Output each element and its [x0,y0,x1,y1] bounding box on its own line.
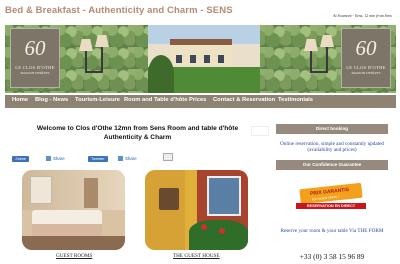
logo-right: 60 LE CLOS D'OTHE MAISON D'HÔTES [341,28,391,88]
email-icon[interactable] [163,153,173,161]
facebook-share-label[interactable]: Share [53,156,65,161]
nav-prices[interactable]: Prices [189,97,206,103]
nav-blog-news[interactable]: Blog - News [35,97,68,103]
badge-strip: RESERVATION EN DIRECT [296,203,366,209]
logo-name: LE CLOS D'OTHE [15,65,55,70]
header-banner: 60 LE CLOS D'OTHE MAISON D'HÔTES 60 LE C… [5,25,396,93]
tweet[interactable]: Tweeter [88,155,108,162]
tweet-button[interactable]: Tweeter [88,155,108,162]
facebook-like-button[interactable]: J'aime [12,155,29,162]
header-tagline: At Soumont - Sens, 12 min from Sens [333,13,392,18]
wall-lamp-image [77,33,111,87]
share-button[interactable]: Share [118,155,137,162]
logo-number: 60 [355,36,377,60]
main-nav: Home Blog - News Tourism-Leisure Room an… [5,95,396,108]
guaranteed-prices-badge[interactable]: PRIX GARANTIS les moins chers ! RESERVAT… [296,182,366,210]
logo-left[interactable]: 60 LE CLOS D'OTHE MAISON D'HÔTES [10,28,60,88]
guest-rooms-link[interactable]: GUEST ROOMS [56,253,92,259]
share-icon [118,156,123,161]
nav-home[interactable]: Home [12,97,28,103]
site-title: Bed & Breakfast - Authenticity and Charm… [5,5,233,16]
facebook-icon [46,156,51,161]
facebook-share[interactable]: Share [46,155,65,162]
confidence-guarantee-button[interactable]: Our Confidence Guarantee [276,160,388,170]
wall-lamp-image [302,33,336,87]
page-heading: Welcome to Clos d'Othe 12mn from Sens Ro… [10,124,265,142]
guest-room-photo[interactable] [22,170,125,250]
nav-testimonials[interactable]: Testimonials [278,97,313,103]
booking-description[interactable]: Online reservation, simple and constantl… [276,141,388,153]
logo-subtitle: MAISON D'HÔTES [351,71,381,75]
direct-booking-button[interactable]: Direct booking [276,124,388,134]
heading-line-1: Welcome to Clos d'Othe 12mn from Sens Ro… [36,125,239,132]
logo-subtitle: MAISON D'HÔTES [20,71,50,75]
guest-house-photo[interactable] [145,170,248,250]
share-label[interactable]: Share [125,156,137,161]
facebook-like[interactable]: J'aime [12,155,29,162]
logo-number: 60 [24,36,46,60]
nav-room-and-table[interactable]: Room and Table d'hôte [124,97,187,103]
logo-name: LE CLOS D'OTHE [346,65,386,70]
phone-number: +33 (0) 3 58 15 96 89 [299,252,365,261]
nav-tourism-leisure[interactable]: Tourism-Leisure [75,97,120,103]
guest-house-link[interactable]: THE GUEST HOUSE [173,253,220,259]
courtyard-photo [148,25,260,93]
reserve-form-link[interactable]: Reserve your room & your table Via THE F… [276,228,388,234]
heading-line-2: Authenticity & Charm [103,134,172,141]
nav-contact-reservation[interactable]: Contact & Reservation [213,97,275,103]
faint-icon [251,126,269,136]
